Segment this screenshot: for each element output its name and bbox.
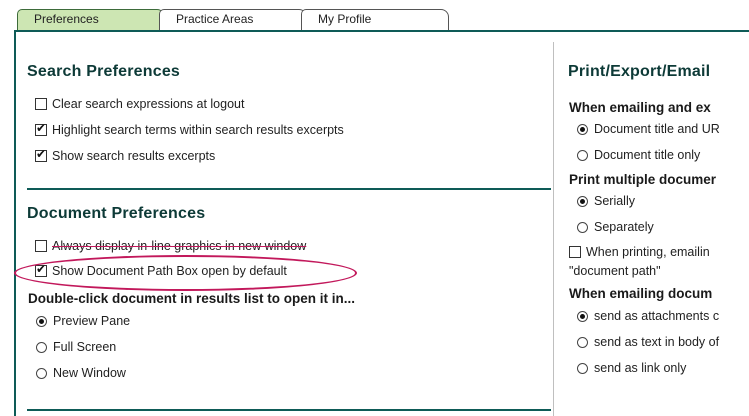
tab-my-profile[interactable]: My Profile xyxy=(301,9,449,30)
clear-search-option[interactable]: Clear search expressions at logout xyxy=(35,97,244,111)
new-window-radio[interactable] xyxy=(36,367,47,379)
tab-my-profile-label: My Profile xyxy=(318,12,372,26)
doc-title-url-label: Document title and UR xyxy=(594,122,720,136)
send-attachments-label: send as attachments c xyxy=(594,309,720,323)
send-text-body-option[interactable]: send as text in body of xyxy=(577,335,719,349)
show-excerpts-option[interactable]: Show search results excerpts xyxy=(35,147,216,163)
send-link-radio[interactable] xyxy=(577,362,588,374)
doc-title-url-option[interactable]: Document title and UR xyxy=(577,122,720,136)
highlight-terms-checkbox[interactable] xyxy=(35,121,47,136)
when-printing-checkbox[interactable] xyxy=(569,246,581,258)
always-display-label: Always display in-line graphics in new w… xyxy=(52,239,307,253)
full-screen-radio[interactable] xyxy=(36,341,47,353)
clear-search-label: Clear search expressions at logout xyxy=(52,97,245,111)
send-link-option[interactable]: send as link only xyxy=(577,361,686,375)
preview-pane-radio[interactable] xyxy=(36,315,47,327)
document-path-continuation: "document path" xyxy=(569,264,661,278)
always-display-option[interactable]: Always display in-line graphics in new w… xyxy=(35,239,306,253)
doc-title-only-radio[interactable] xyxy=(577,149,588,161)
doc-title-only-label: Document title only xyxy=(594,148,701,162)
double-click-heading: Double-click document in results list to… xyxy=(28,291,356,306)
send-link-label: send as link only xyxy=(594,361,687,375)
preview-pane-option[interactable]: Preview Pane xyxy=(36,314,130,328)
preview-pane-label: Preview Pane xyxy=(53,314,131,328)
show-excerpts-label: Show search results excerpts xyxy=(52,149,216,163)
doc-title-only-option[interactable]: Document title only xyxy=(577,148,700,162)
highlight-terms-label: Highlight search terms within search res… xyxy=(52,123,344,137)
tab-preferences-label: Preferences xyxy=(34,12,99,26)
print-multiple-heading: Print multiple documer xyxy=(569,172,717,187)
highlight-terms-option[interactable]: Highlight search terms within search res… xyxy=(35,121,344,137)
serially-label: Serially xyxy=(594,194,635,208)
document-preferences-title: Document Preferences xyxy=(27,205,206,222)
separately-label: Separately xyxy=(594,220,654,234)
when-printing-option[interactable]: When printing, emailin xyxy=(569,245,710,259)
column-divider xyxy=(553,42,554,416)
tab-practice-areas-label: Practice Areas xyxy=(176,12,254,26)
separately-radio[interactable] xyxy=(577,221,588,233)
tab-baseline xyxy=(14,30,749,32)
clear-search-checkbox[interactable] xyxy=(35,98,47,110)
send-text-body-label: send as text in body of xyxy=(594,335,720,349)
send-attachments-radio[interactable] xyxy=(577,310,588,322)
emailing-export-heading: When emailing and ex xyxy=(569,100,711,115)
serially-option[interactable]: Serially xyxy=(577,194,635,208)
section-divider-1 xyxy=(27,188,551,190)
send-text-body-radio[interactable] xyxy=(577,336,588,348)
when-printing-label: When printing, emailin xyxy=(586,245,710,259)
frame-left-border xyxy=(14,30,16,416)
tab-practice-areas[interactable]: Practice Areas xyxy=(159,9,307,30)
tab-preferences[interactable]: Preferences xyxy=(17,9,165,32)
tab-strip: Preferences Practice Areas My Profile xyxy=(0,0,749,40)
show-excerpts-checkbox[interactable] xyxy=(35,147,47,162)
search-preferences-title: Search Preferences xyxy=(27,63,181,80)
separately-option[interactable]: Separately xyxy=(577,220,654,234)
new-window-option[interactable]: New Window xyxy=(36,366,126,380)
emailing-docs-heading: When emailing docum xyxy=(569,286,713,301)
doc-title-url-radio[interactable] xyxy=(577,123,588,135)
full-screen-option[interactable]: Full Screen xyxy=(36,340,116,354)
print-export-title: Print/Export/Email xyxy=(568,63,711,80)
always-display-checkbox[interactable] xyxy=(35,240,47,252)
full-screen-label: Full Screen xyxy=(53,340,117,354)
new-window-label: New Window xyxy=(53,366,126,380)
serially-radio[interactable] xyxy=(577,195,588,207)
section-divider-2 xyxy=(27,409,551,411)
highlight-ellipse xyxy=(14,255,357,291)
send-attachments-option[interactable]: send as attachments c xyxy=(577,309,719,323)
